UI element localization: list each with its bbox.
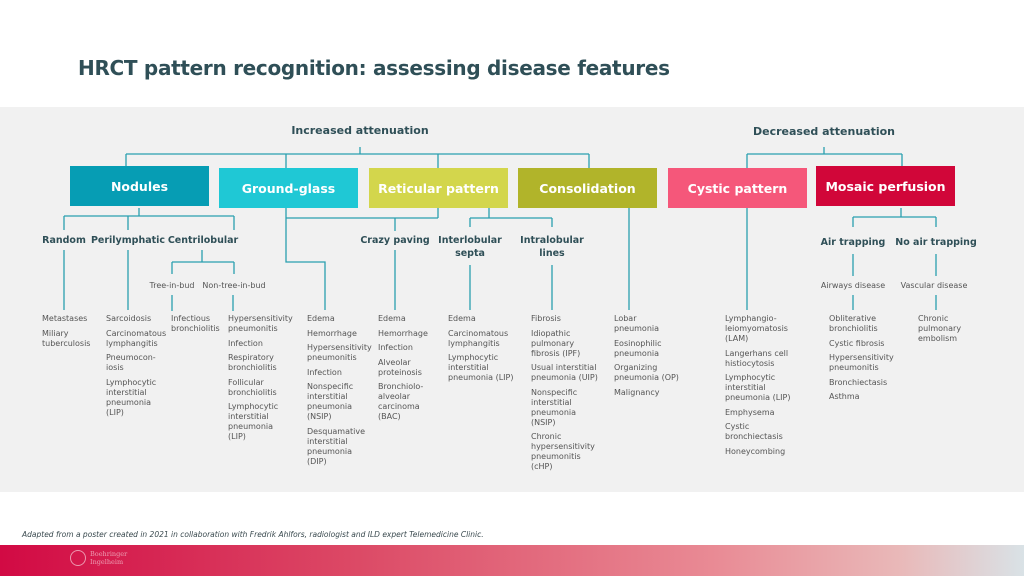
disease-item: Carcinomatous lymphangitis [106,328,167,348]
subcategory-crazy-paving: Crazy paving [360,235,430,246]
subcategory-centrilobular: Centrilobular [167,235,239,246]
disease-item: Lymphocytic interstitial pneumonia (LIP) [228,402,279,441]
disease-list: Hypersensitivity pneumonitis Infection Res… [228,314,293,447]
disease-item: Cystic fibrosis [829,338,885,348]
subcategory-intralobular-lines: Intralobular lines [520,235,584,259]
disease-list: Obliterative bronchiolitis Cystic fibrosi… [829,314,894,407]
disease-item: Desquamative interstitial pneumonia (DIP… [307,426,366,466]
group-decreased-attenuation: Decreased attenuation [752,125,896,138]
disease-list: Sarcoidosis Carcinomatous lymphangitis Pne… [106,314,166,422]
label-vascular-disease: Vascular disease [900,281,968,290]
disease-item: Emphysema [725,407,775,417]
disease-item: Cystic bronchiectasis [725,422,783,441]
pattern-box-ground-glass: Ground-glass [219,168,358,208]
disease-item: Edema [448,314,476,323]
disease-item: Eosinophilic pneumonia [614,338,662,358]
disease-item: Nonspecific interstitial pneumonia (NSIP… [307,382,354,421]
disease-list: Edema Carcinomatous lymphangitis Lymphocyt… [448,314,513,388]
disease-item: Infection [378,343,413,352]
disease-item: Malignancy [614,387,660,397]
disease-item: Sarcoidosis [106,314,152,323]
disease-item: Infection [307,367,342,377]
footer-band [0,545,1024,576]
pattern-box-mosaic-perfusion: Mosaic perfusion [816,166,955,206]
disease-item: Edema [378,314,406,323]
disease-list: Lymphangio- leiomyomatosis (LAM) Langerha… [725,314,790,461]
disease-item: Asthma [829,392,860,401]
disease-item: Miliary tuberculosis [42,328,91,348]
subcategory-random: Random [42,235,86,246]
disease-item: Chronic hypersensitivity pneumonitis (cH… [531,432,595,471]
logo-icon [70,550,86,566]
disease-item: Obliterative bronchiolitis [829,314,878,333]
disease-item: Fibrosis [531,314,561,323]
disease-item: Hypersensitivity pneumonitis [829,353,894,372]
disease-list: Lobar pneumonia Eosinophilic pneumonia Org… [614,314,679,402]
disease-item: Lymphocytic interstitial pneumonia (LIP) [448,353,514,382]
disease-item: Alveolar proteinosis [378,357,422,377]
group-increased-attenuation: Increased attenuation [291,124,429,137]
label-tree-in-bud: Tree-in-bud [149,281,195,290]
subcategory-no-air-trapping: No air trapping [895,237,977,248]
disease-item: Edema [307,314,335,323]
disease-list: Edema Hemorrhage Hypersensitivity pneumoni… [307,314,372,471]
disease-item: Respiratory bronchiolitis [228,353,277,372]
subcategory-perilymphatic: Perilymphatic [90,235,166,246]
disease-item: Organizing pneumonia (OP) [614,363,679,382]
pattern-box-reticular-pattern: Reticular pattern [369,168,508,208]
disease-item: Chronic pulmonary embolism [918,314,962,343]
pattern-box-consolidation: Consolidation [518,168,657,208]
disease-item: Infectious bronchiolitis [171,314,220,333]
company-logo: Boehringer Ingelheim [70,550,127,566]
disease-list: Edema Hemorrhage Infection Alveolar protein… [378,314,428,427]
disease-item: Follicular bronchiolitis [228,377,277,397]
subcategory-interlobular-septa: Interlobular septa [438,235,502,259]
subcategory-air-trapping: Air trapping [820,237,886,248]
disease-item: Carcinomatous lymphangitis [448,328,509,348]
disease-item: Lymphocytic interstitial pneumonia (LIP) [106,377,157,417]
disease-item: Hemorrhage [378,328,428,338]
disease-list: Infectious bronchiolitis [171,314,220,339]
footnote: Adapted from a poster created in 2021 in… [22,530,484,539]
disease-item: Lymphocytic interstitial pneumonia (LIP) [725,373,791,402]
logo-wordmark: Boehringer Ingelheim [90,550,128,566]
pattern-box-nodules: Nodules [70,166,209,206]
disease-item: Idiopathic pulmonary fibrosis (IPF) [531,328,581,358]
disease-item: Hemorrhage [307,328,357,338]
disease-item: Pneumocon- iosis [106,353,156,372]
pattern-box-cystic-pattern: Cystic pattern [668,168,807,208]
disease-item: Bronchiolo- alveolar carcinoma (BAC) [378,382,424,421]
disease-item: Hypersensitivity pneumonitis [307,343,372,362]
disease-item: Honeycombing [725,446,786,456]
disease-item: Nonspecific interstitial pneumonia (NSIP… [531,387,578,427]
disease-list: Metastases Miliary tuberculosis [42,314,90,353]
disease-item: Langerhans cell histiocytosis [725,348,789,368]
disease-item: Usual interstitial pneumonia (UIP) [531,363,598,382]
disease-item: Infection [228,338,263,348]
disease-list: Chronic pulmonary embolism [918,314,961,349]
label-non-tree-in-bud: Non-tree-in-bud [202,281,266,290]
disease-item: Lobar pneumonia [614,314,660,333]
disease-item: Lymphangio- leiomyomatosis (LAM) [725,314,788,343]
label-airways-disease: Airways disease [820,281,886,290]
disease-item: Bronchiectasis [829,377,888,387]
disease-item: Metastases [42,314,88,323]
disease-list: Fibrosis Idiopathic pulmonary fibrosis (I… [531,314,598,477]
disease-item: Hypersensitivity pneumonitis [228,314,293,333]
